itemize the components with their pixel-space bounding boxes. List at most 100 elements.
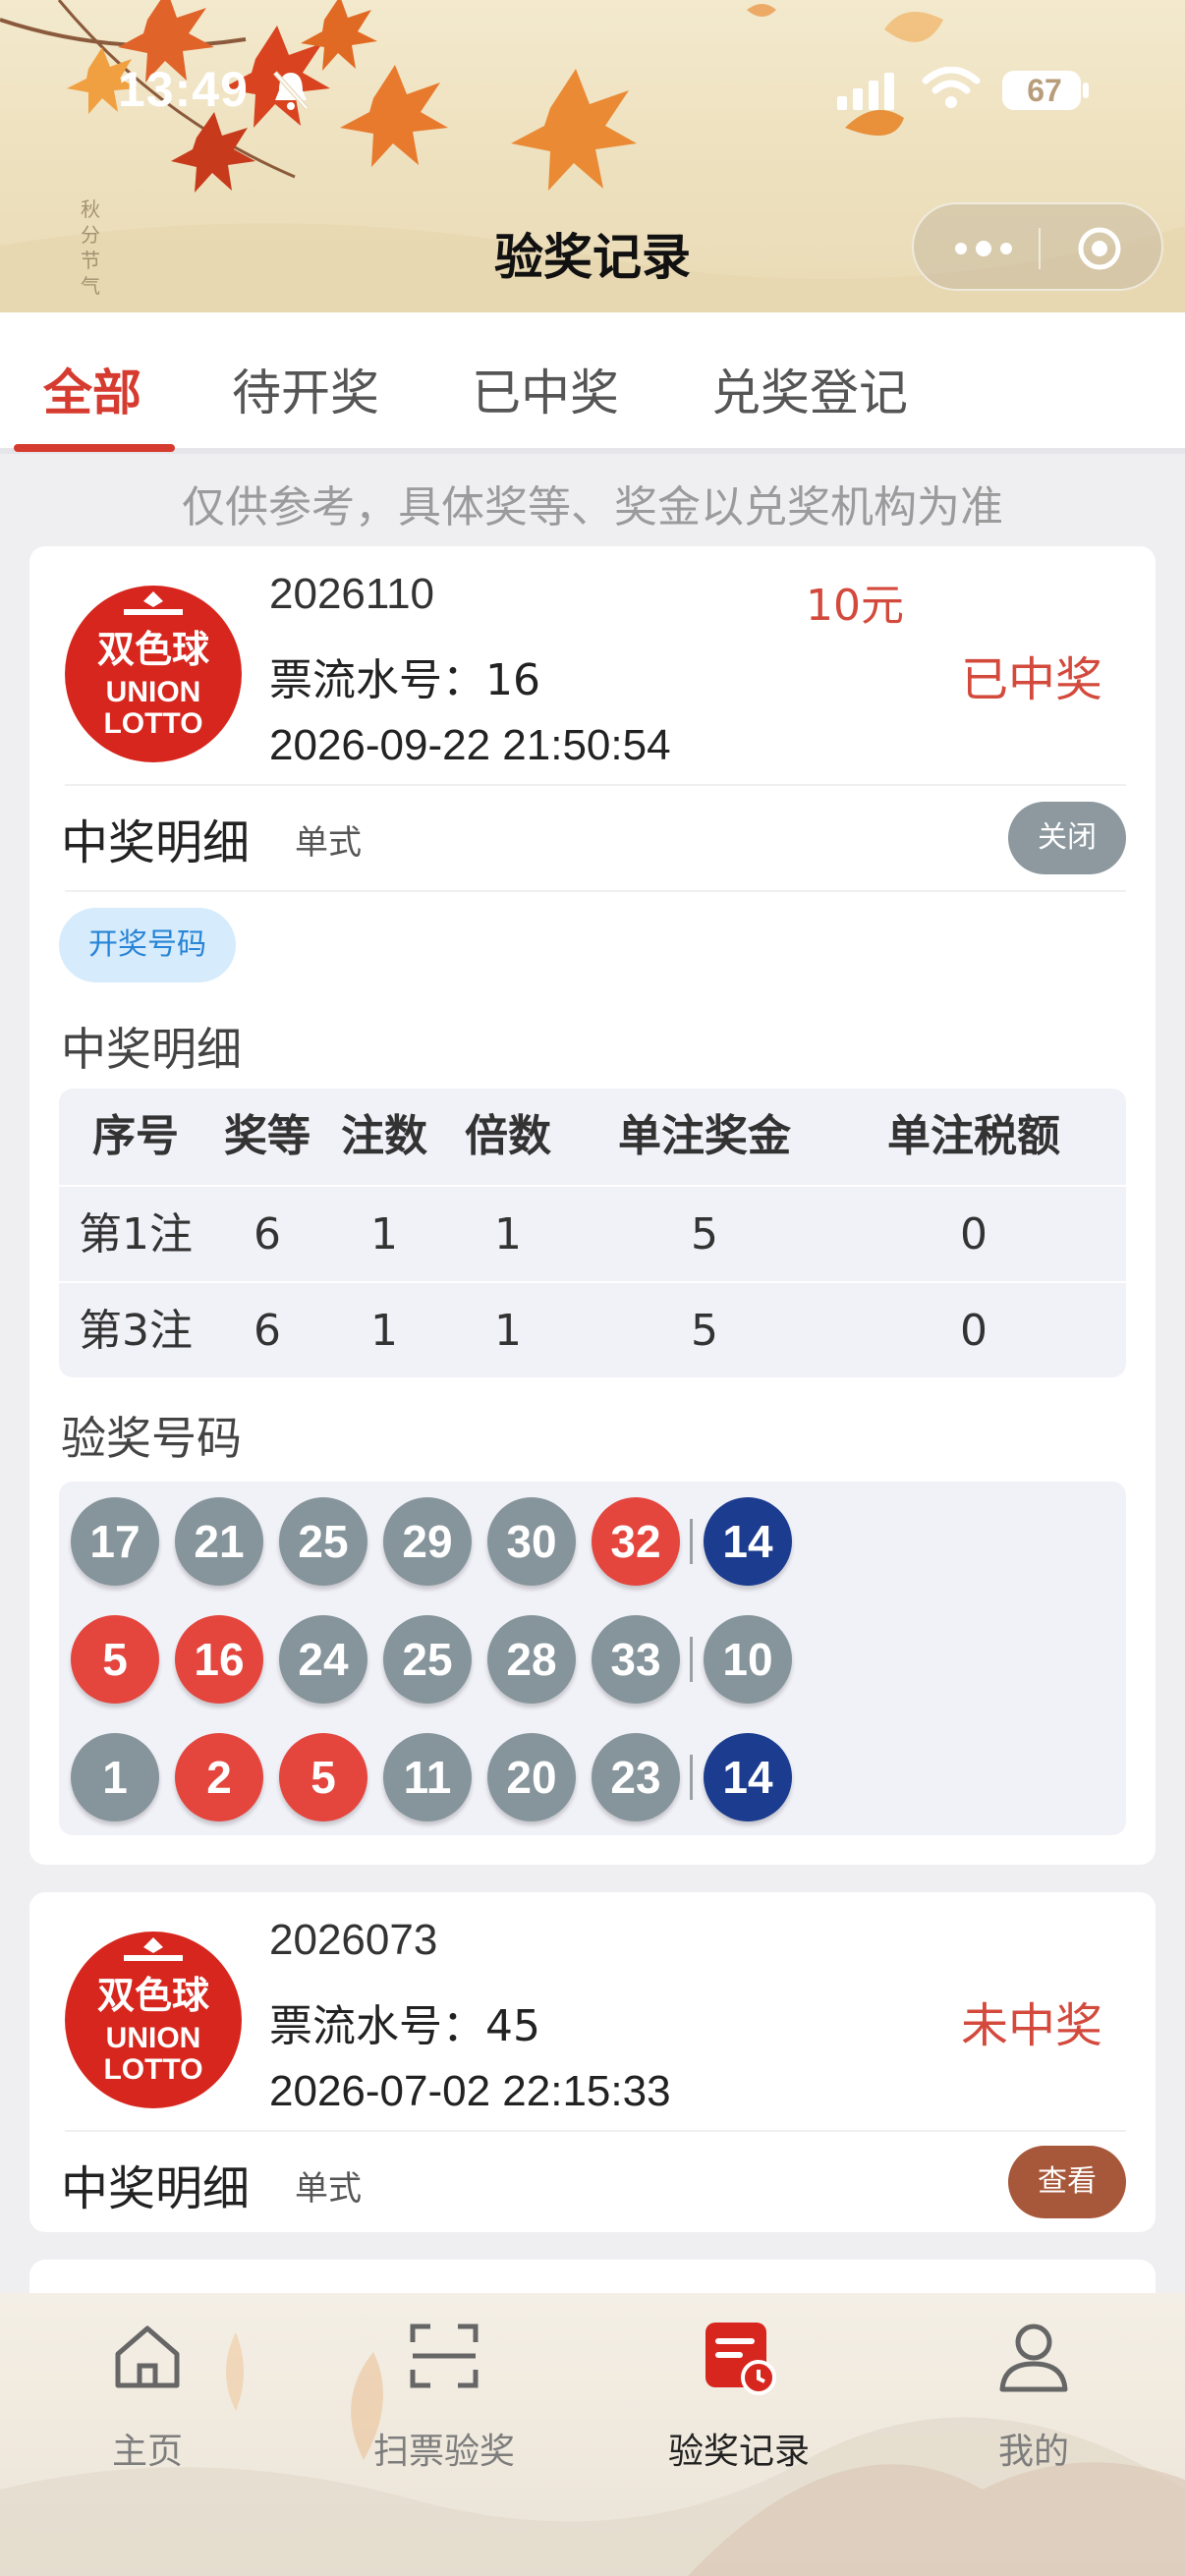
ball-separator <box>690 1519 693 1564</box>
bottom-navigation: 主页 扫票验奖 验奖记录 我的 <box>0 2293 1185 2576</box>
nav-records[interactable]: 验奖记录 <box>621 2313 857 2472</box>
prize-amount: 10元 <box>806 581 904 631</box>
nav-profile[interactable]: 我的 <box>916 2313 1152 2472</box>
table-header-cell: 倍数 <box>465 1111 551 1161</box>
table-header-cell: 序号 <box>92 1111 179 1161</box>
tab-won[interactable]: 已中奖 <box>472 354 619 424</box>
table-header-cell: 奖等 <box>224 1111 310 1161</box>
red-ball: 24 <box>279 1615 367 1704</box>
svg-text:双色球: 双色球 <box>97 1974 210 2017</box>
table-cell: 6 <box>254 1209 281 1260</box>
table-cell: 5 <box>691 1209 718 1260</box>
check-datetime: 2026-09-22 21:50:54 <box>269 721 671 769</box>
nav-label: 我的 <box>997 2432 1069 2472</box>
table-row: 第1注 6 1 1 5 0 <box>59 1185 1126 1281</box>
nav-label: 扫票验奖 <box>372 2432 515 2472</box>
red-ball: 32 <box>592 1497 680 1586</box>
close-miniprogram-icon[interactable] <box>1077 226 1122 271</box>
table-header-cell: 注数 <box>341 1111 427 1161</box>
check-datetime: 2026-07-02 22:15:33 <box>269 2067 671 2115</box>
status-bar: 13:49 67 <box>0 59 1185 128</box>
table-cell: 6 <box>254 1306 281 1356</box>
draw-numbers-chip[interactable]: 开奖号码 <box>59 908 236 982</box>
close-button[interactable]: 关闭 <box>1008 802 1126 874</box>
red-ball: 33 <box>592 1615 680 1704</box>
disclaimer-notice: 仅供参考，具体奖等、奖金以兑奖机构为准 <box>182 482 1003 532</box>
checked-numbers-box: 17 21 25 29 30 32 14 5 16 24 25 28 33 10 1 2 5 11 20 23 14 <box>59 1482 1126 1835</box>
checked-numbers-heading: 验奖号码 <box>61 1412 242 1465</box>
detail-label: 中奖明细 <box>61 2161 251 2216</box>
red-ball: 30 <box>487 1497 576 1586</box>
tab-bar: 全部 待开奖 已中奖 兑奖登记 <box>0 312 1185 454</box>
divider <box>65 890 1126 892</box>
records-icon <box>705 2323 776 2395</box>
table-cell: 第3注 <box>79 1306 193 1356</box>
svg-text:UNION: UNION <box>106 2022 201 2054</box>
view-button[interactable]: 查看 <box>1008 2146 1126 2218</box>
ticket-serial: 票流水号：45 <box>269 2001 540 2051</box>
red-ball: 29 <box>383 1497 472 1586</box>
table-cell: 0 <box>960 1306 988 1356</box>
red-ball: 25 <box>383 1615 472 1704</box>
red-ball: 5 <box>279 1733 367 1821</box>
red-ball: 25 <box>279 1497 367 1586</box>
red-ball: 1 <box>71 1733 159 1821</box>
table-header-cell: 单注奖金 <box>618 1111 791 1161</box>
user-icon <box>999 2324 1068 2392</box>
prize-detail-heading: 中奖明细 <box>61 1023 242 1076</box>
cellular-signal-icon <box>837 73 894 110</box>
nav-scan[interactable]: 扫票验奖 <box>326 2313 562 2472</box>
ball-separator <box>690 1637 693 1682</box>
ticket-serial: 票流水号：16 <box>269 655 540 705</box>
home-icon <box>115 2325 180 2388</box>
more-options-icon[interactable] <box>949 234 1018 263</box>
wifi-icon <box>922 67 981 108</box>
table-row: 第3注 6 1 1 5 0 <box>59 1281 1126 1377</box>
prize-detail-table: 序号 奖等 注数 倍数 单注奖金 单注税额 第1注 6 1 1 5 0 第3注 … <box>59 1089 1126 1377</box>
silent-bell-icon <box>273 71 309 110</box>
svg-text:LOTTO: LOTTO <box>103 2053 202 2086</box>
red-ball: 2 <box>175 1733 263 1821</box>
union-lotto-logo: 双色球 UNION LOTTO <box>65 1932 242 2108</box>
red-ball: 11 <box>383 1733 472 1821</box>
miniprogram-capsule <box>912 202 1163 291</box>
table-cell: 第1注 <box>79 1209 193 1260</box>
header-banner: 秋分节气 13:49 67 验奖记录 <box>0 0 1185 312</box>
divider <box>65 2130 1126 2132</box>
scan-icon <box>410 2324 479 2388</box>
bet-type-label: 单式 <box>295 823 362 863</box>
divider <box>65 784 1126 786</box>
red-ball: 17 <box>71 1497 159 1586</box>
status-time: 13:49 <box>118 62 249 117</box>
union-lotto-logo: 双色球 UNION LOTTO <box>65 586 242 762</box>
status-badge: 已中奖 <box>960 652 1102 707</box>
svg-text:UNION: UNION <box>106 676 201 708</box>
red-ball: 23 <box>592 1733 680 1821</box>
record-card[interactable]: 双色球 UNION LOTTO 2026110 10元 票流水号：16 已中奖 … <box>29 546 1156 1865</box>
battery-percentage: 67 <box>1027 73 1062 108</box>
blue-ball: 10 <box>704 1615 792 1704</box>
red-ball: 21 <box>175 1497 263 1586</box>
active-tab-indicator <box>14 444 175 452</box>
table-header-row: 序号 奖等 注数 倍数 单注奖金 单注税额 <box>59 1089 1126 1185</box>
table-cell: 1 <box>494 1306 522 1356</box>
nav-home[interactable]: 主页 <box>29 2313 265 2472</box>
table-cell: 0 <box>960 1209 988 1260</box>
status-badge: 未中奖 <box>960 1998 1102 2053</box>
table-cell: 1 <box>494 1209 522 1260</box>
red-ball: 28 <box>487 1615 576 1704</box>
ball-separator <box>690 1755 693 1800</box>
table-cell: 5 <box>691 1306 718 1356</box>
bet-type-label: 单式 <box>295 2169 362 2209</box>
tab-all[interactable]: 全部 <box>43 354 141 424</box>
record-card[interactable]: 双色球 UNION LOTTO 2026073 票流水号：45 未中奖 2026… <box>29 1892 1156 2232</box>
detail-label: 中奖明细 <box>61 815 251 870</box>
svg-text:双色球: 双色球 <box>97 628 210 671</box>
blue-ball: 14 <box>704 1497 792 1586</box>
tab-claim-registration[interactable]: 兑奖登记 <box>711 354 908 424</box>
blue-ball: 14 <box>704 1733 792 1821</box>
table-cell: 1 <box>370 1306 398 1356</box>
red-ball: 16 <box>175 1615 263 1704</box>
tab-pending[interactable]: 待开奖 <box>232 354 379 424</box>
table-cell: 1 <box>370 1209 398 1260</box>
